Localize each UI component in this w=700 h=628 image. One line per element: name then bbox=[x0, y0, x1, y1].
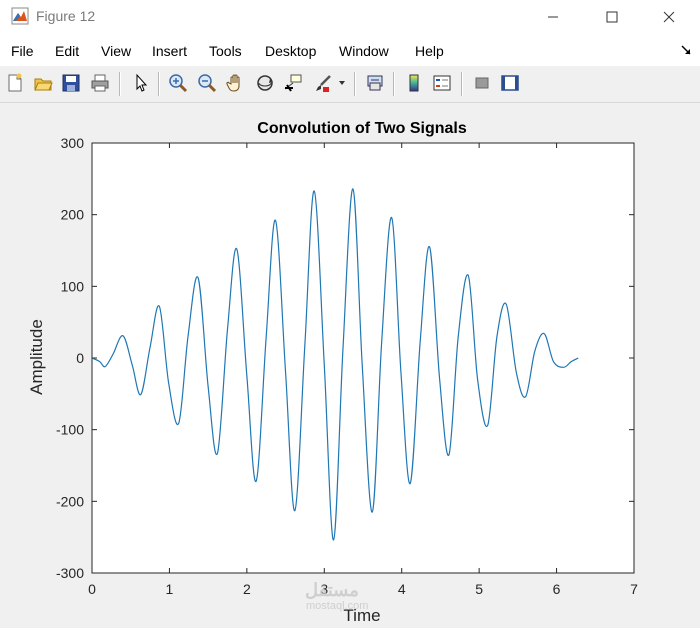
rotate-3d-button[interactable] bbox=[253, 71, 277, 95]
brush-dropdown-button[interactable] bbox=[336, 71, 348, 95]
x-tick-label: 5 bbox=[475, 581, 483, 597]
show-plot-tools-button[interactable] bbox=[498, 71, 522, 95]
pan-button[interactable] bbox=[224, 71, 248, 95]
data-cursor-button[interactable] bbox=[281, 71, 305, 95]
x-tick-label: 4 bbox=[398, 581, 406, 597]
insert-colorbar-icon bbox=[409, 74, 419, 92]
save-icon bbox=[62, 74, 80, 92]
menu-desktop[interactable]: Desktop bbox=[265, 43, 316, 59]
brush-icon bbox=[316, 75, 331, 92]
menu-window[interactable]: Window bbox=[339, 43, 389, 59]
new-figure-button[interactable] bbox=[3, 71, 27, 95]
menu-tools[interactable]: Tools bbox=[209, 43, 242, 59]
x-tick-label: 7 bbox=[630, 581, 638, 597]
open-file-icon bbox=[34, 78, 53, 91]
y-axis-label: Amplitude bbox=[27, 319, 46, 395]
zoom-in-button[interactable] bbox=[166, 71, 190, 95]
menu-help[interactable]: Help bbox=[415, 43, 444, 59]
brush-dropdown-icon bbox=[339, 81, 345, 85]
x-tick-label: 0 bbox=[88, 581, 96, 597]
save-button[interactable] bbox=[59, 71, 83, 95]
toolbar-separator bbox=[119, 72, 121, 96]
toolbar-separator bbox=[461, 72, 463, 96]
dock-arrow-icon[interactable] bbox=[680, 44, 692, 56]
show-plot-tools-icon bbox=[501, 75, 519, 91]
window-title: Figure 12 bbox=[36, 8, 96, 24]
toolbar-separator bbox=[158, 72, 160, 96]
maximize-button[interactable] bbox=[589, 0, 635, 34]
zoom-in-icon bbox=[169, 74, 188, 93]
axes-background bbox=[92, 143, 634, 573]
link-plot-button[interactable] bbox=[363, 71, 387, 95]
chart-title: Convolution of Two Signals bbox=[257, 120, 467, 137]
figure-toolbar bbox=[0, 66, 700, 103]
data-cursor-icon bbox=[284, 74, 302, 92]
y-tick-label: -100 bbox=[56, 422, 84, 438]
menu-edit[interactable]: Edit bbox=[55, 43, 79, 59]
minimize-icon bbox=[548, 16, 558, 18]
menu-file[interactable]: File bbox=[11, 43, 34, 59]
link-plot-icon bbox=[367, 75, 383, 91]
new-figure-icon bbox=[8, 73, 22, 92]
line-chart[interactable]: 0 1 2 3 4 5 6 7-300-200-1000100200300 Convoluti… bbox=[0, 103, 700, 628]
y-tick-label: 200 bbox=[61, 207, 85, 223]
zoom-out-icon bbox=[198, 74, 217, 93]
y-tick-label: 300 bbox=[61, 135, 85, 151]
watermark-logo: مستقل bbox=[305, 580, 359, 600]
edit-plot-button[interactable] bbox=[129, 71, 153, 95]
menu-view[interactable]: View bbox=[101, 43, 131, 59]
matlab-logo-icon bbox=[11, 7, 29, 25]
insert-legend-button[interactable] bbox=[430, 71, 454, 95]
insert-colorbar-button[interactable] bbox=[402, 71, 426, 95]
hide-plot-tools-icon bbox=[475, 77, 489, 89]
menu-insert[interactable]: Insert bbox=[152, 43, 187, 59]
toolbar-separator bbox=[354, 72, 356, 96]
edit-plot-pointer-icon bbox=[136, 73, 148, 92]
pan-hand-icon bbox=[226, 74, 240, 92]
print-button[interactable] bbox=[88, 71, 112, 95]
watermark-url: mostaql.com bbox=[306, 600, 369, 612]
rotate-3d-icon bbox=[257, 75, 273, 91]
x-tick-label: 2 bbox=[243, 581, 251, 597]
y-tick-label: -300 bbox=[56, 565, 84, 581]
title-bar: Figure 12 bbox=[0, 0, 700, 34]
minimize-button[interactable] bbox=[530, 0, 576, 34]
maximize-icon bbox=[606, 11, 618, 23]
y-tick-label: 100 bbox=[61, 278, 85, 294]
close-button[interactable] bbox=[646, 0, 692, 34]
x-tick-label: 6 bbox=[553, 581, 561, 597]
hide-plot-tools-button[interactable] bbox=[470, 71, 494, 95]
toolbar-separator bbox=[393, 72, 395, 96]
zoom-out-button[interactable] bbox=[195, 71, 219, 95]
brush-button[interactable] bbox=[311, 71, 335, 95]
x-tick-label: 1 bbox=[166, 581, 174, 597]
y-tick-label: -200 bbox=[56, 493, 84, 509]
insert-legend-icon bbox=[433, 75, 451, 91]
y-tick-label: 0 bbox=[76, 350, 84, 366]
print-icon bbox=[91, 74, 109, 92]
menu-bar: File Edit View Insert Tools Desktop Wind… bbox=[0, 34, 700, 66]
close-icon bbox=[663, 11, 675, 23]
open-file-button[interactable] bbox=[31, 71, 55, 95]
